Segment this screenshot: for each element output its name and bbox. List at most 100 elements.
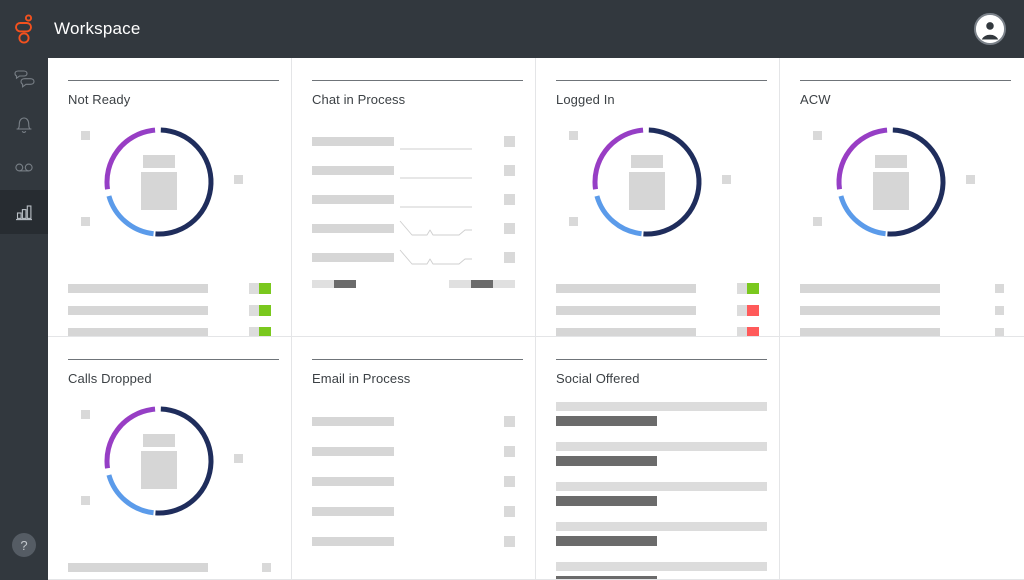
- card-title: Logged In: [556, 92, 615, 107]
- sidebar-item-alerts[interactable]: [0, 102, 48, 146]
- donut-label-top-left: [569, 131, 578, 140]
- dashboard-grid: Not Ready Chat in Process Logged In ACW …: [48, 58, 1024, 580]
- row-label: [312, 506, 394, 516]
- sidebar-item-performance[interactable]: [0, 190, 48, 234]
- donut-label-right: [722, 175, 731, 184]
- table-row[interactable]: [312, 406, 515, 436]
- progress-track: [556, 402, 767, 411]
- progress-fill: [556, 496, 657, 506]
- table-row[interactable]: [312, 436, 515, 466]
- card-divider: [312, 80, 523, 81]
- row-label: [312, 195, 394, 204]
- card-divider: [800, 80, 1011, 81]
- row-label: [312, 137, 394, 146]
- status-badge: [737, 304, 759, 316]
- sidebar-item-voicemail[interactable]: [0, 146, 48, 190]
- status-badge: [995, 305, 1004, 315]
- table-row[interactable]: [312, 526, 515, 556]
- card-empty-slot: [780, 337, 1024, 580]
- metric-label: [800, 283, 940, 293]
- metric-row[interactable]: [556, 321, 759, 336]
- donut-label-top-left: [813, 131, 822, 140]
- metric-row[interactable]: [68, 321, 271, 336]
- status-badge: [262, 562, 271, 572]
- table-row[interactable]: [312, 496, 515, 526]
- metric-row[interactable]: [556, 277, 759, 299]
- avatar[interactable]: [974, 13, 1006, 45]
- chat-table: [312, 127, 515, 272]
- pagination[interactable]: [312, 280, 515, 288]
- table-row[interactable]: [312, 185, 515, 214]
- genesys-logo-icon: [15, 14, 33, 44]
- table-row[interactable]: [312, 243, 515, 272]
- pagination-right[interactable]: [449, 280, 515, 288]
- card-divider: [556, 359, 767, 360]
- row-label: [312, 476, 394, 486]
- card-title: ACW: [800, 92, 831, 107]
- card-social-offered[interactable]: Social Offered: [536, 337, 780, 580]
- metric-row[interactable]: [68, 277, 271, 299]
- row-label: [312, 253, 394, 262]
- metric-row[interactable]: [68, 299, 271, 321]
- metric-row[interactable]: [800, 277, 1004, 299]
- metric-list: [800, 277, 1004, 336]
- workspace-app: Workspace ? Not Ready Chat in Process Lo…: [0, 0, 1024, 580]
- placeholder-bar: [143, 433, 175, 447]
- donut-label-top-left: [81, 131, 90, 140]
- status-badge: [995, 327, 1004, 336]
- pagination-left[interactable]: [312, 280, 356, 288]
- progress-row[interactable]: [556, 402, 767, 426]
- row-value: [504, 535, 515, 547]
- row-value: [504, 165, 515, 176]
- donut-label-right: [966, 175, 975, 184]
- metric-row[interactable]: [800, 299, 1004, 321]
- placeholder-box: [141, 450, 177, 489]
- card-not-ready[interactable]: Not Ready: [48, 58, 292, 337]
- donut-chart-calls-dropped: [70, 400, 274, 540]
- progress-row[interactable]: [556, 442, 767, 466]
- metric-label: [68, 562, 208, 572]
- donut-center-placeholder: [586, 121, 708, 243]
- metric-row[interactable]: [556, 299, 759, 321]
- table-row[interactable]: [312, 127, 515, 156]
- row-label: [312, 536, 394, 546]
- status-badge: [737, 282, 759, 294]
- row-value: [504, 223, 515, 234]
- pagination-segment-active: [471, 280, 493, 288]
- card-title: Not Ready: [68, 92, 131, 107]
- card-acw[interactable]: ACW: [780, 58, 1024, 337]
- card-title: Calls Dropped: [68, 371, 152, 386]
- placeholder-box: [629, 171, 665, 210]
- metric-row[interactable]: [800, 321, 1004, 336]
- table-row[interactable]: [312, 156, 515, 185]
- progress-row[interactable]: [556, 522, 767, 546]
- card-logged-in[interactable]: Logged In: [536, 58, 780, 337]
- status-badge: [995, 283, 1004, 293]
- help-icon[interactable]: ?: [12, 533, 36, 557]
- card-title: Chat in Process: [312, 92, 406, 107]
- row-value: [504, 445, 515, 457]
- progress-row[interactable]: [556, 482, 767, 506]
- app-logo[interactable]: [0, 0, 48, 58]
- sidebar-item-chat[interactable]: [0, 58, 48, 102]
- card-email-in-process[interactable]: Email in Process: [292, 337, 536, 580]
- chat-bubbles-icon: [14, 70, 35, 88]
- donut-label-top-left: [81, 410, 90, 419]
- table-row[interactable]: [312, 466, 515, 496]
- row-value: [504, 505, 515, 517]
- metric-label: [68, 283, 208, 293]
- row-value: [504, 252, 515, 263]
- sidebar: ?: [0, 58, 48, 580]
- card-calls-dropped[interactable]: Calls Dropped: [48, 337, 292, 580]
- progress-row[interactable]: [556, 562, 767, 579]
- sparkline-flat-icon: [400, 148, 472, 149]
- placeholder-box: [141, 171, 177, 210]
- metric-row[interactable]: [68, 556, 271, 578]
- placeholder-box: [873, 171, 909, 210]
- card-chat-in-process[interactable]: Chat in Process: [292, 58, 536, 337]
- user-avatar-icon: [974, 13, 1006, 45]
- donut-label-bottom-left: [81, 496, 90, 505]
- row-value: [504, 475, 515, 487]
- placeholder-bar: [143, 154, 175, 168]
- table-row[interactable]: [312, 214, 515, 243]
